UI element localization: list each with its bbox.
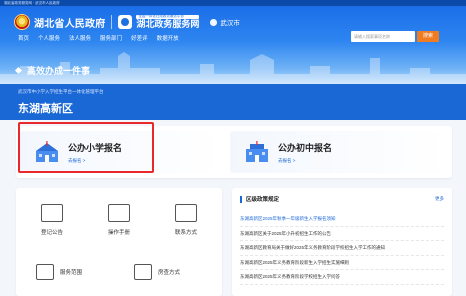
grid-item-label: 操作手册 [107, 230, 130, 236]
junior-school-card[interactable]: 公办初中报名 去报名 > [230, 131, 448, 173]
service-brand: 全国一体化在线政务服务平台 湖北政务服务网 [136, 15, 200, 29]
school-icon [246, 141, 268, 162]
location-selector[interactable]: 武汉市 [211, 17, 240, 27]
grid-item-label: 联系方式 [174, 230, 197, 236]
service-name: 湖北政务服务网 [136, 18, 200, 29]
search-button[interactable]: 搜索 [417, 31, 439, 42]
site-name: 湖北省人民政府 [34, 18, 106, 30]
platform-subtitle: 武汉市中小学入学招生平台一体化管理平台 [18, 89, 104, 94]
policy-panel: 区级政策规定 更多 东湖高新区2025年秋季一年级新生入学报名须知 东湖高新区关… [232, 188, 452, 296]
list-item[interactable]: 东湖高新区2025年秋季一年级新生入学报名须知 [240, 212, 444, 227]
policy-title: 区级政策规定 [246, 197, 280, 203]
main-nav: 首页 个人服务 法人服务 服务部门 好差评 数据开放 [18, 34, 179, 42]
grid-item-notice[interactable]: 登记公告 [20, 204, 84, 236]
hero-header: 湖北省人民政府 全国一体化在线政务服务平台 湖北政务服务网 武汉市 首页 个人服… [0, 6, 466, 84]
district-title: 东湖高新区 [18, 103, 73, 115]
nav-item-legal[interactable]: 法人服务 [69, 34, 91, 42]
school-icon [36, 141, 58, 162]
brand-divider [111, 15, 113, 29]
list-item[interactable]: 东湖高新区2025年义务教育阶段新生入学招生实施细则 [240, 256, 444, 270]
search-house-icon [134, 264, 152, 280]
nav-item-home[interactable]: 首页 [18, 34, 29, 42]
grid-item-label: 房查方式 [158, 270, 181, 276]
list-item[interactable]: 东湖高新区2025年义务教育阶段学校招生入学问答 [240, 270, 444, 285]
notice-icon [41, 204, 63, 222]
nav-item-personal[interactable]: 个人服务 [38, 34, 60, 42]
junior-school-register-link[interactable]: 去报名 > [278, 158, 332, 164]
diamond-icon [14, 66, 23, 75]
grid-item-contact[interactable]: 联系方式 [154, 204, 218, 236]
registration-area: 公办小学报名 去报名 > 公办初中报名 去报名 > [16, 126, 452, 178]
site-brand[interactable]: 湖北省人民政府 全国一体化在线政务服务平台 湖北政务服务网 武汉市 [14, 14, 240, 30]
district-band: 武汉市中小学入学招生平台一体化管理平台 东湖高新区 [0, 84, 466, 120]
manual-icon [108, 204, 130, 222]
grid-item-scope[interactable]: 服务范围 [36, 264, 116, 280]
more-link[interactable]: 更多 [435, 196, 444, 202]
mail-icon [175, 204, 197, 222]
service-logo-icon [118, 15, 133, 29]
primary-school-card[interactable]: 公办小学报名 去报名 > [20, 131, 222, 173]
page-title: 高效办成一件事 [27, 66, 91, 76]
policy-list: 东湖高新区2025年秋季一年级新生入学报名须知 东湖高新区关于2025年小升初招… [240, 212, 444, 285]
nav-item-review[interactable]: 好差评 [131, 34, 148, 42]
search-input[interactable]: 请输入搜索事项名称 [351, 31, 415, 42]
grid-item-label: 登记公告 [40, 230, 63, 236]
list-item[interactable]: 东湖高新区关于2025年小升初招生工作的公告 [240, 227, 444, 241]
national-emblem-icon [14, 14, 30, 30]
nav-item-open-data[interactable]: 数据开放 [157, 34, 179, 42]
location-pin-icon [211, 19, 217, 25]
primary-school-register-link[interactable]: 去报名 > [68, 158, 122, 164]
junior-school-title: 公办初中报名 [278, 142, 333, 153]
location-label: 武汉市 [220, 20, 240, 27]
primary-school-title: 公办小学报名 [68, 142, 123, 153]
service-scope-icon [36, 264, 54, 280]
grid-item-house-search[interactable]: 房查方式 [134, 264, 214, 280]
grid-item-manual[interactable]: 操作手册 [87, 204, 151, 236]
grid-item-label: 服务范围 [60, 270, 83, 276]
title-accent-bar [240, 195, 242, 203]
list-item[interactable]: 东湖高新区教育局关于做好2025年义务教育阶段学校招生入学工作的通知 [240, 241, 444, 256]
nav-item-departments[interactable]: 服务部门 [100, 34, 122, 42]
policy-header: 区级政策规定 [240, 195, 279, 203]
page-heading: 高效办成一件事 [14, 64, 91, 77]
quick-links-panel: 登记公告 操作手册 联系方式 服务范围 房查方式 [16, 188, 222, 296]
